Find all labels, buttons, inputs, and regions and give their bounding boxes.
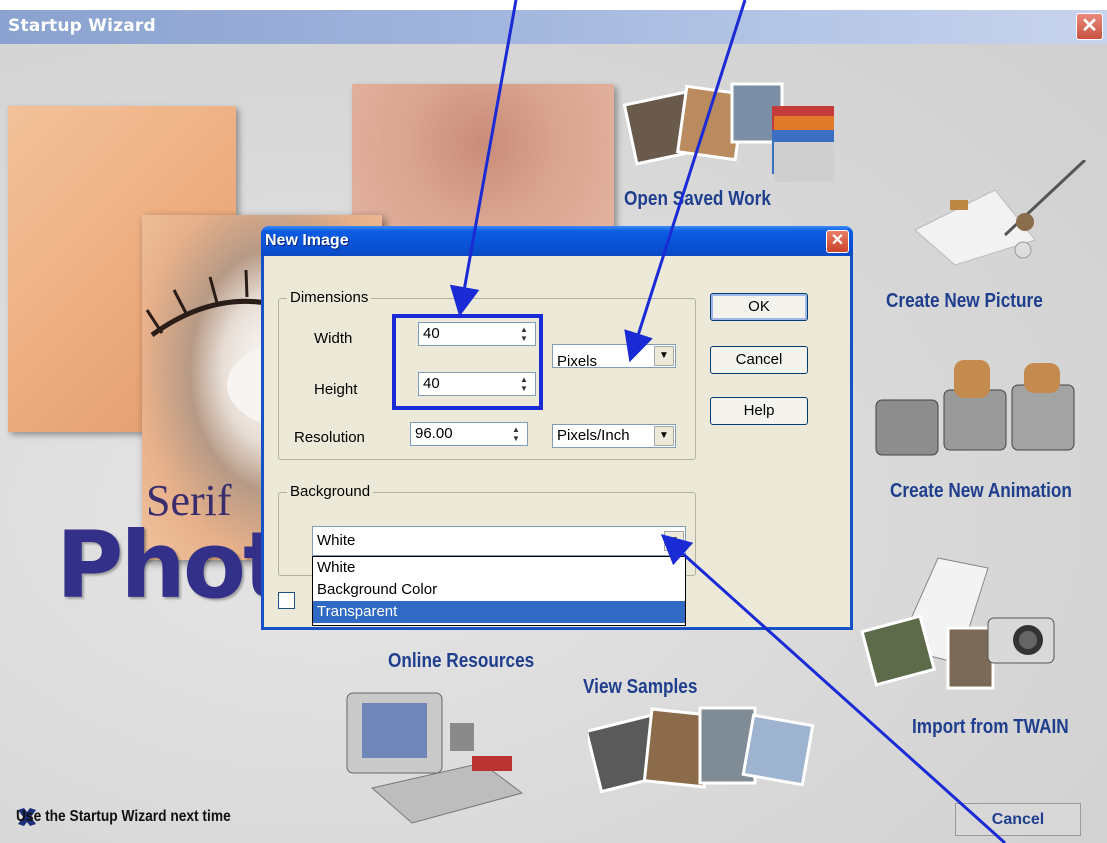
use-wizard-label: Use the Startup Wizard next time: [16, 808, 231, 825]
background-value: White: [317, 532, 356, 549]
background-legend: Background: [287, 483, 374, 500]
create-new-picture-label[interactable]: Create New Picture: [886, 290, 1043, 313]
dropdown-option-white[interactable]: White: [313, 557, 685, 579]
photoplus-brand-text: Phot: [56, 512, 287, 619]
open-saved-work-label[interactable]: Open Saved Work: [624, 188, 771, 211]
cancel-button[interactable]: Cancel: [710, 346, 808, 374]
use-wizard-next-time[interactable]: Use the Startup Wizard next time: [16, 806, 231, 828]
chevron-down-icon[interactable]: ▼: [654, 346, 674, 366]
import-from-twain-art[interactable]: [858, 538, 1080, 708]
help-button[interactable]: Help: [710, 397, 808, 425]
skin-texture-photo: [352, 84, 614, 232]
background-dropdown-list: White Background Color Transparent: [312, 556, 686, 626]
import-from-twain-label[interactable]: Import from TWAIN: [912, 716, 1069, 739]
units-select[interactable]: Pixels ▼: [552, 344, 676, 370]
width-height-highlight-box: [392, 314, 543, 410]
online-resources-label[interactable]: Online Resources: [388, 650, 534, 673]
dropdown-option-transparent[interactable]: Transparent: [313, 601, 685, 623]
spin-down-icon[interactable]: ▼: [507, 434, 525, 443]
create-new-picture-art[interactable]: [905, 158, 1095, 270]
chevron-down-icon[interactable]: ▼: [654, 426, 674, 446]
online-resources-art[interactable]: [332, 678, 542, 828]
dimensions-legend: Dimensions: [287, 289, 372, 306]
wizard-cancel-button[interactable]: Cancel: [955, 803, 1081, 836]
units-value: Pixels: [557, 353, 598, 370]
open-saved-work-art[interactable]: [622, 76, 852, 186]
view-samples-art[interactable]: [584, 702, 818, 807]
chevron-down-icon[interactable]: ▼: [664, 531, 684, 551]
dropdown-option-background-color[interactable]: Background Color: [313, 579, 685, 601]
create-new-animation-label[interactable]: Create New Animation: [890, 480, 1072, 503]
dialog-close-button[interactable]: ✕: [826, 230, 849, 253]
dialog-title: New Image: [265, 232, 349, 249]
resolution-label: Resolution: [294, 429, 365, 446]
wizard-title: Startup Wizard: [8, 16, 156, 36]
view-samples-label[interactable]: View Samples: [583, 676, 697, 699]
ok-button[interactable]: OK: [710, 293, 808, 321]
resolution-spinner[interactable]: 96.00 ▲ ▼: [410, 422, 528, 446]
create-new-animation-art[interactable]: [870, 355, 1092, 465]
spin-up-icon[interactable]: ▲: [507, 425, 525, 434]
dialog-checkbox[interactable]: [278, 592, 295, 609]
height-label: Height: [314, 381, 358, 398]
wizard-title-bar: Startup Wizard ✕: [0, 10, 1107, 44]
resolution-units-value: Pixels/Inch: [557, 427, 630, 444]
dialog-title-bar: New Image ✕: [261, 226, 853, 256]
width-label: Width: [314, 330, 353, 347]
background-select[interactable]: White ▼: [312, 526, 686, 556]
resolution-value[interactable]: 96.00: [415, 425, 453, 442]
wizard-close-button[interactable]: ✕: [1076, 13, 1103, 40]
resolution-units-select[interactable]: Pixels/Inch ▼: [552, 424, 676, 448]
